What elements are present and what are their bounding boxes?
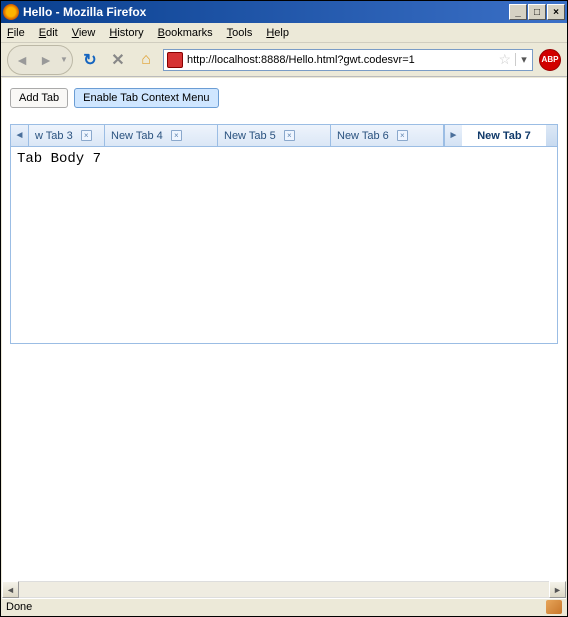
nav-toolbar: ◄ ► ▼ ↻ ✕ ⌂ http://localhost:8888/Hello.…: [1, 43, 567, 77]
status-icon[interactable]: [546, 600, 562, 614]
site-icon: [167, 52, 183, 68]
add-tab-button[interactable]: Add Tab: [10, 88, 68, 108]
close-icon[interactable]: ×: [284, 130, 295, 141]
tab-3[interactable]: w Tab 3 ×: [29, 125, 105, 146]
enable-context-menu-button[interactable]: Enable Tab Context Menu: [74, 88, 218, 108]
firefox-window: Hello - Mozilla Firefox _ □ × File Edit …: [0, 0, 568, 617]
forward-button[interactable]: ►: [34, 48, 58, 72]
tab-scroll-left[interactable]: ◄: [11, 125, 29, 146]
close-icon[interactable]: ×: [81, 130, 92, 141]
statusbar: Done: [2, 598, 566, 615]
tab-panel: ◄ w Tab 3 × New Tab 4 × New Tab 5 × New …: [10, 124, 558, 344]
menu-edit[interactable]: Edit: [39, 27, 58, 39]
tab-label: New Tab 5: [224, 130, 276, 142]
bookmark-star-icon[interactable]: ☆: [498, 51, 511, 68]
tab-label: w Tab 3: [35, 130, 73, 142]
url-bar[interactable]: http://localhost:8888/Hello.html?gwt.cod…: [163, 49, 533, 71]
minimize-button[interactable]: _: [509, 4, 527, 20]
reload-button[interactable]: ↻: [79, 49, 101, 71]
button-row: Add Tab Enable Tab Context Menu: [10, 88, 558, 108]
scroll-track[interactable]: [19, 581, 549, 598]
menu-history[interactable]: History: [109, 27, 143, 39]
scroll-right-button[interactable]: ►: [549, 581, 566, 598]
menu-view[interactable]: View: [72, 27, 96, 39]
menu-help[interactable]: Help: [266, 27, 289, 39]
scroll-left-button[interactable]: ◄: [2, 581, 19, 598]
status-text: Done: [6, 601, 546, 613]
close-icon[interactable]: ×: [171, 130, 182, 141]
nav-arrows: ◄ ► ▼: [7, 45, 73, 75]
firefox-icon: [3, 4, 19, 20]
history-dropdown[interactable]: ▼: [58, 48, 70, 72]
url-text[interactable]: http://localhost:8888/Hello.html?gwt.cod…: [187, 54, 494, 66]
stop-button[interactable]: ✕: [107, 49, 129, 71]
tab-4[interactable]: New Tab 4 ×: [105, 125, 218, 146]
page-content: Add Tab Enable Tab Context Menu ◄ w Tab …: [2, 78, 566, 581]
home-button[interactable]: ⌂: [135, 49, 157, 71]
window-buttons: _ □ ×: [509, 4, 565, 20]
titlebar[interactable]: Hello - Mozilla Firefox _ □ ×: [1, 1, 567, 23]
tab-7[interactable]: New Tab 7: [462, 125, 546, 146]
horizontal-scrollbar[interactable]: ◄ ►: [2, 581, 566, 598]
tab-5[interactable]: New Tab 5 ×: [218, 125, 331, 146]
back-button[interactable]: ◄: [10, 48, 34, 72]
menu-file[interactable]: File: [7, 27, 25, 39]
close-button[interactable]: ×: [547, 4, 565, 20]
tab-label: New Tab 6: [337, 130, 389, 142]
tab-body: Tab Body 7: [11, 147, 557, 343]
tab-strip: ◄ w Tab 3 × New Tab 4 × New Tab 5 × New …: [11, 125, 557, 147]
tab-scroll-right[interactable]: ►: [444, 125, 462, 146]
close-icon[interactable]: ×: [397, 130, 408, 141]
tab-6[interactable]: New Tab 6 ×: [331, 125, 444, 146]
maximize-button[interactable]: □: [528, 4, 546, 20]
menu-bookmarks[interactable]: Bookmarks: [158, 27, 213, 39]
menu-tools[interactable]: Tools: [227, 27, 253, 39]
tab-label: New Tab 4: [111, 130, 163, 142]
url-dropdown[interactable]: ▾: [515, 53, 529, 66]
window-title: Hello - Mozilla Firefox: [23, 5, 509, 19]
adblock-icon[interactable]: ABP: [539, 49, 561, 71]
menubar: File Edit View History Bookmarks Tools H…: [1, 23, 567, 43]
tab-label: New Tab 7: [477, 130, 531, 142]
